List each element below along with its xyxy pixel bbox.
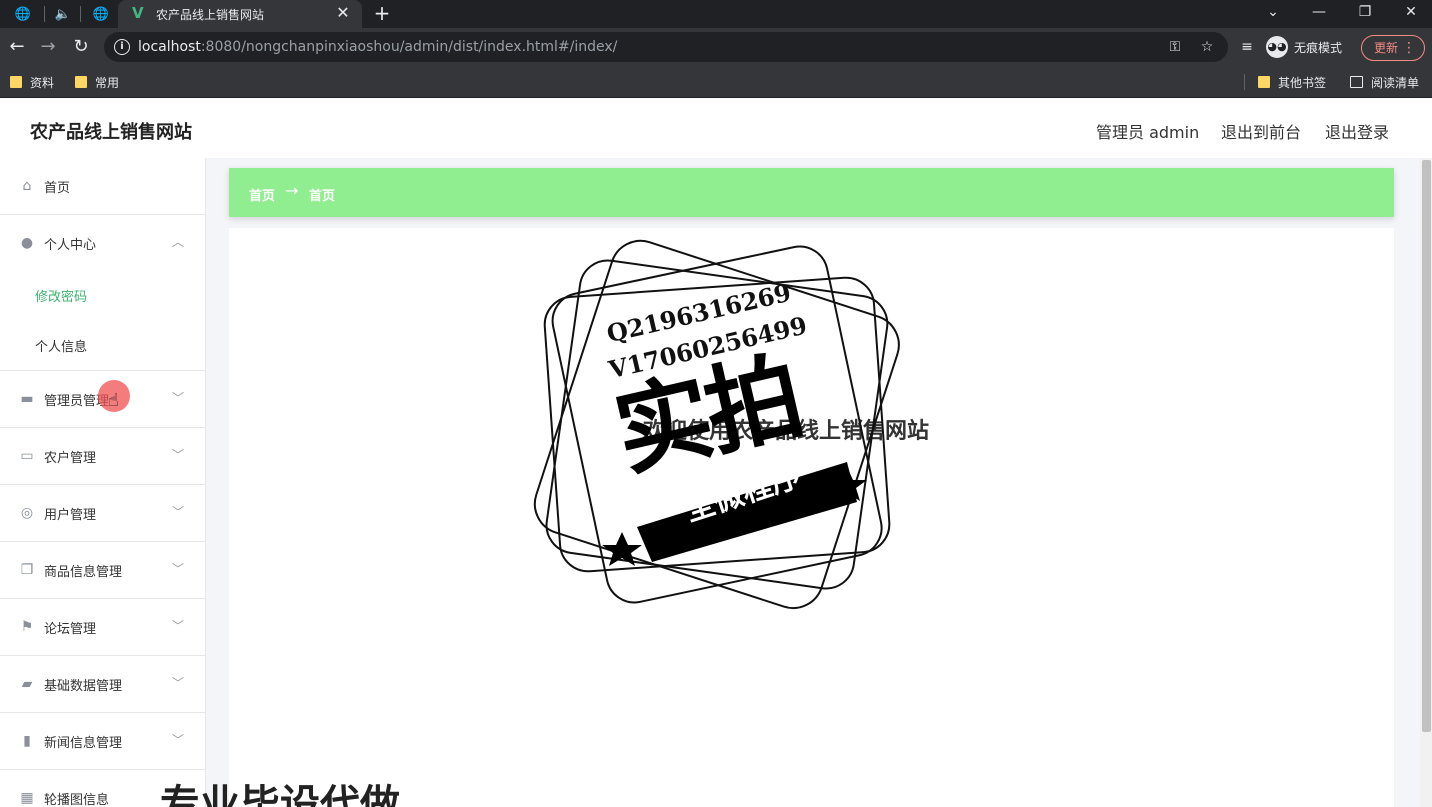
reload-icon[interactable]: ↻ — [70, 36, 92, 58]
incognito-label: 无痕模式 — [1294, 40, 1343, 55]
sidebar-item-label: 基础数据管理 — [44, 679, 123, 694]
back-icon[interactable]: ← — [6, 36, 28, 58]
chevron-down-icon: ﹀ — [172, 619, 185, 633]
breadcrumb-home[interactable]: 首页 — [249, 185, 275, 204]
bookmark-folder[interactable]: 常用 — [75, 72, 119, 92]
breadcrumb-current: 首页 — [309, 189, 336, 204]
reading-list-icon — [1350, 76, 1363, 88]
admin-icon: ▬ — [20, 391, 34, 407]
breadcrumb: 首页 → 首页 — [229, 168, 1394, 217]
bottom-watermark-text: 专业毕设代做 — [160, 782, 400, 807]
scrollbar-thumb[interactable] — [1422, 160, 1431, 732]
site-title: 农产品线上销售网站 — [30, 122, 192, 143]
sidebar-item-base-data-mgmt[interactable]: ▰ 基础数据管理 ﹀ — [0, 656, 205, 713]
browser-tab-bar: 🌐 🔈 🌐 V 农产品线上销售网站 ✕ + ⌄ — ❐ ✕ — [0, 0, 1432, 28]
update-label: 更新 — [1374, 41, 1399, 55]
bar-chart-icon: ▮ — [23, 733, 31, 749]
update-button[interactable]: 更新 ⋮ — [1361, 35, 1425, 61]
user-icon: ● — [20, 235, 34, 251]
sidebar-item-product-mgmt[interactable]: ❐ 商品信息管理 ﹀ — [0, 542, 205, 599]
sidebar-item-forum-mgmt[interactable]: ⚑ 论坛管理 ﹀ — [0, 599, 205, 656]
globe-icon[interactable]: 🌐 — [91, 4, 111, 24]
home-icon: ⌂ — [22, 178, 32, 194]
speaker-icon[interactable]: 🔈 — [53, 4, 73, 24]
sidebar-item-label: 用户管理 — [44, 508, 97, 523]
app-header: 农产品线上销售网站 管理员 admin 退出到前台 退出登录 — [0, 98, 1432, 158]
forward-icon[interactable]: → — [37, 36, 59, 58]
sidebar-subitem-label: 修改密码 — [35, 290, 88, 305]
minimize-button[interactable]: — — [1296, 0, 1342, 28]
bookmark-folder[interactable]: 资料 — [10, 72, 54, 92]
sidebar-subitem-profile[interactable]: 个人信息 — [0, 320, 205, 371]
folder-icon — [1258, 76, 1270, 88]
sidebar-item-label: 个人中心 — [44, 238, 97, 253]
bookmark-label: 常用 — [95, 75, 120, 90]
chevron-down-icon: ﹀ — [172, 505, 185, 519]
sidebar-item-user-mgmt[interactable]: ◎ 用户管理 ﹀ — [0, 485, 205, 542]
sidebar-item-label: 商品信息管理 — [44, 565, 123, 580]
bookmark-label: 资料 — [30, 75, 55, 90]
tab-search-icon[interactable]: ⌄ — [1250, 0, 1296, 28]
chevron-down-icon: ﹀ — [172, 676, 185, 690]
sidebar-item-personal-center[interactable]: ● 个人中心 ︿ — [0, 215, 205, 272]
restore-button[interactable]: ❐ — [1342, 0, 1388, 28]
sidebar-item-label: 论坛管理 — [44, 622, 97, 637]
chevron-down-icon: ﹀ — [172, 391, 185, 405]
breadcrumb-separator: → — [285, 181, 299, 200]
sidebar-subitem-change-password[interactable]: 修改密码 — [0, 270, 205, 320]
copy-icon: ❐ — [20, 562, 34, 578]
sidebar-item-label: 首页 — [44, 181, 71, 196]
hand-cursor-icon: ☝ — [108, 390, 119, 411]
tab-divider — [44, 6, 45, 22]
new-tab-button[interactable]: + — [372, 2, 392, 24]
close-icon[interactable]: ✕ — [334, 4, 352, 22]
chevron-down-icon: ﹀ — [172, 562, 185, 576]
folder-icon — [75, 76, 87, 88]
globe-icon[interactable]: 🌐 — [13, 4, 33, 24]
sidebar-item-home[interactable]: ⌂ 首页 — [0, 158, 205, 215]
address-toolbar: ← → ↻ i localhost:8080/nongchanpinxiaosh… — [0, 28, 1432, 66]
sidebar-item-news-mgmt[interactable]: ▮ 新闻信息管理 ﹀ — [0, 713, 205, 770]
bookmark-divider — [1244, 74, 1245, 90]
chat-icon: ▭ — [20, 448, 34, 464]
media-icon[interactable]: ≡ — [1236, 36, 1258, 58]
info-icon[interactable]: i — [114, 39, 130, 55]
chevron-down-icon: ﹀ — [172, 448, 185, 462]
briefcase-icon: ▰ — [21, 676, 33, 692]
bookmarks-bar: 资料 常用 其他书签 阅读清单 — [0, 66, 1432, 98]
sidebar-subitem-label: 个人信息 — [35, 340, 88, 355]
flag-icon: ⚑ — [20, 619, 34, 635]
other-bookmarks-label: 其他书签 — [1278, 75, 1327, 90]
incognito-icon: ◕◕ — [1266, 36, 1288, 58]
current-user: 管理员 admin — [1096, 123, 1200, 142]
window-close-button[interactable]: ✕ — [1388, 0, 1432, 28]
back-to-front-link[interactable]: 退出到前台 — [1221, 119, 1301, 143]
reading-list[interactable]: 阅读清单 — [1350, 72, 1419, 92]
url-host: localhost — [138, 39, 201, 55]
more-icon: ⋮ — [1402, 40, 1416, 56]
url-path: :8080/nongchanpinxiaoshou/admin/dist/ind… — [200, 39, 618, 55]
active-tab[interactable]: V 农产品线上销售网站 ✕ — [118, 0, 362, 28]
logout-link[interactable]: 退出登录 — [1325, 119, 1389, 143]
sidebar-item-label: 新闻信息管理 — [44, 736, 123, 751]
sidebar-item-label: 轮播图信息 — [44, 793, 110, 807]
grid-icon: ▦ — [20, 790, 34, 806]
sidebar-menu: ⌂ 首页 ● 个人中心 ︿ 修改密码 个人信息 ▬ 管理员管理 ﹀ ▭ 农户管理… — [0, 158, 206, 807]
url-bar[interactable]: i localhost:8080/nongchanpinxiaoshou/adm… — [104, 32, 1228, 62]
tab-divider — [80, 6, 81, 22]
key-icon[interactable]: ⚿ — [1166, 38, 1184, 56]
incognito-indicator[interactable]: ◕◕ 无痕模式 — [1266, 34, 1342, 60]
vue-logo-icon: V — [132, 4, 144, 22]
url-text[interactable]: localhost:8080/nongchanpinxiaoshou/admin… — [138, 39, 617, 55]
other-bookmarks[interactable]: 其他书签 — [1258, 72, 1326, 92]
folder-icon — [10, 76, 22, 88]
chevron-down-icon: ﹀ — [172, 733, 185, 747]
compass-icon: ◎ — [20, 505, 34, 521]
star-icon[interactable]: ☆ — [1198, 38, 1216, 56]
reading-list-label: 阅读清单 — [1371, 75, 1420, 90]
tab-title: 农产品线上销售网站 — [156, 8, 265, 22]
sidebar-item-farmer-mgmt[interactable]: ▭ 农户管理 ﹀ — [0, 428, 205, 485]
sidebar-item-label: 农户管理 — [44, 451, 97, 466]
chevron-up-icon: ︿ — [172, 235, 185, 249]
